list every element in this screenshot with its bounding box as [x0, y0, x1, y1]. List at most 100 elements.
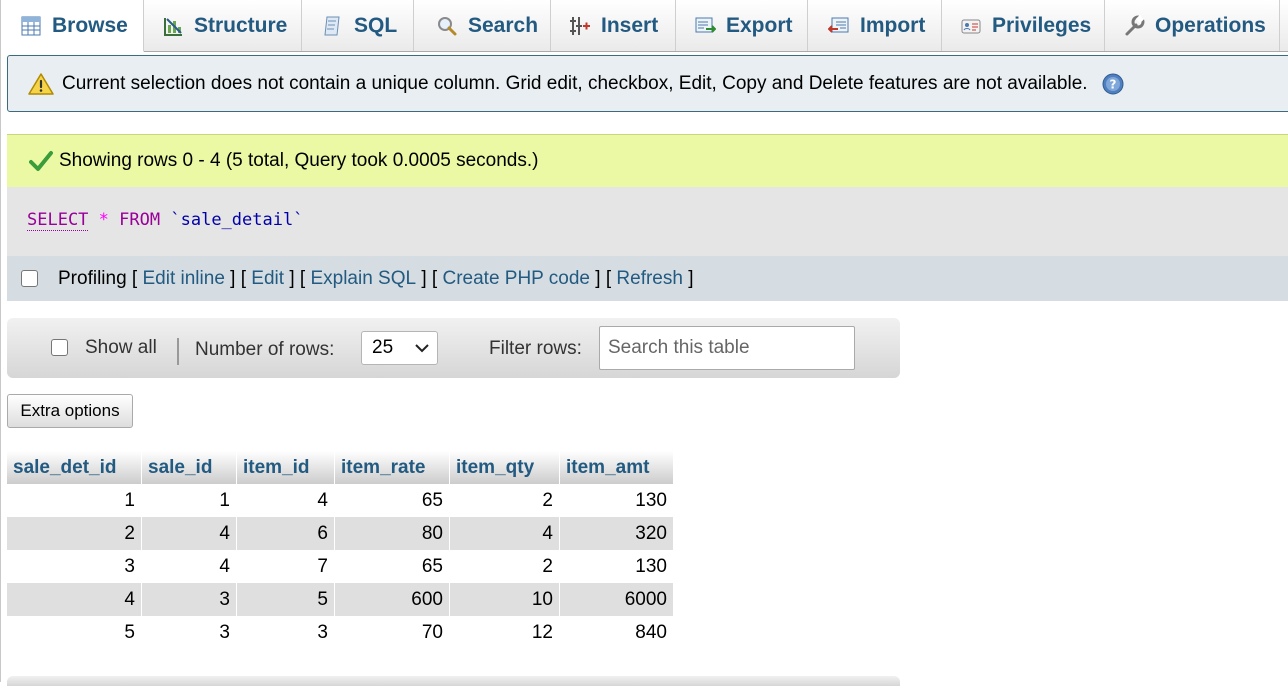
table-cell: 840	[559, 616, 674, 649]
tab-label: Export	[726, 13, 793, 37]
import-icon	[828, 17, 849, 33]
sql-options-bar: Profiling [ Edit inline ] [ Edit ] [ Exp…	[7, 256, 1288, 301]
number-of-rows-label: Number of rows:	[195, 339, 335, 360]
table-cell: 3	[236, 616, 335, 649]
tab-label: Operations	[1155, 13, 1266, 37]
table-cell: 4	[141, 517, 237, 550]
navigation-panel: Show all Number of rows: 25 Filter rows:…	[7, 318, 900, 378]
tab-label: Privileges	[992, 13, 1092, 37]
create-php-code-link[interactable]: Create PHP code	[442, 268, 590, 290]
tab-export[interactable]: Export	[676, 0, 808, 51]
chevron-down-icon	[415, 344, 429, 353]
edit-inline-link[interactable]: Edit inline	[143, 268, 225, 290]
table-cell: 65	[334, 484, 450, 517]
tab-label: Insert	[601, 13, 659, 37]
profiling-checkbox[interactable]	[21, 270, 38, 287]
sql-select-keyword[interactable]: SELECT	[27, 210, 89, 231]
table-row: 1 1 4 65 2 130	[7, 484, 674, 517]
table-row: 2 4 6 80 4 320	[7, 517, 674, 550]
tab-label: Browse	[52, 13, 128, 37]
explain-sql-link[interactable]: Explain SQL	[310, 268, 416, 290]
column-header[interactable]: sale_id	[141, 451, 237, 484]
tab-operations[interactable]: Operations	[1105, 0, 1280, 51]
table-cell: 130	[559, 550, 674, 583]
table-row: 3 4 7 65 2 130	[7, 550, 674, 583]
query-success-message: Showing rows 0 - 4 (5 total, Query took …	[7, 134, 1288, 187]
table-cell: 2	[449, 484, 560, 517]
search-placeholder: Search this table	[608, 337, 750, 358]
table-cell: 4	[7, 583, 142, 616]
column-header[interactable]: item_amt	[559, 451, 674, 484]
tab-search[interactable]: Search	[414, 0, 551, 51]
table-cell: 3	[141, 583, 237, 616]
search-table-input[interactable]: Search this table	[599, 326, 855, 370]
tab-insert[interactable]: Insert	[551, 0, 676, 51]
tab-bar: Browse Structure SQL Search Insert Expor…	[8, 0, 1288, 52]
table-cell: 6000	[559, 583, 674, 616]
sql-from-keyword: FROM	[119, 210, 161, 230]
privileges-icon	[961, 19, 981, 33]
unique-column-notice: Current selection does not contain a uni…	[7, 55, 1288, 112]
table-cell: 4	[449, 517, 560, 550]
column-header[interactable]: item_qty	[449, 451, 560, 484]
svg-text:?: ?	[1109, 77, 1116, 91]
column-header[interactable]: sale_det_id	[7, 451, 142, 484]
show-all-label: Show all	[85, 337, 157, 358]
table-cell: 4	[141, 550, 237, 583]
bottom-navigation-panel	[7, 676, 900, 686]
table-row: 4 3 5 600 10 6000	[7, 583, 674, 616]
filter-rows-label: Filter rows:	[489, 338, 582, 359]
table-cell: 12	[449, 616, 560, 649]
operations-icon	[1125, 14, 1145, 35]
browse-icon	[21, 16, 41, 35]
show-all-checkbox[interactable]	[51, 339, 68, 356]
extra-options-button[interactable]: Extra options	[7, 394, 133, 428]
insert-icon	[570, 16, 590, 35]
tab-label: Import	[860, 13, 926, 37]
table-header-row: sale_det_id sale_id item_id item_rate it…	[7, 451, 674, 484]
divider	[177, 338, 179, 365]
tab-sql[interactable]: SQL	[302, 0, 414, 51]
refresh-link[interactable]: Refresh	[616, 268, 683, 290]
help-icon[interactable]: ?	[1102, 73, 1124, 95]
results-table: sale_det_id sale_id item_id item_rate it…	[7, 451, 674, 649]
tab-privileges[interactable]: Privileges	[942, 0, 1105, 51]
notice-text: Current selection does not contain a uni…	[62, 72, 1088, 94]
table-cell: 4	[236, 484, 335, 517]
success-text: Showing rows 0 - 4 (5 total, Query took …	[59, 150, 539, 171]
table-cell: 80	[334, 517, 450, 550]
tab-browse[interactable]: Browse	[8, 0, 144, 52]
tab-label: Structure	[194, 13, 288, 37]
table-cell: 1	[141, 484, 237, 517]
table-cell: 2	[449, 550, 560, 583]
table-cell: 65	[334, 550, 450, 583]
table-cell: 3	[7, 550, 142, 583]
tab-import[interactable]: Import	[808, 0, 942, 51]
column-header[interactable]: item_rate	[334, 451, 450, 484]
table-row: 5 3 3 70 12 840	[7, 616, 674, 649]
table-cell: 70	[334, 616, 450, 649]
structure-icon	[164, 17, 182, 36]
edit-link[interactable]: Edit	[251, 268, 284, 290]
column-header[interactable]: item_id	[236, 451, 335, 484]
search-icon	[438, 16, 457, 35]
tab-label: SQL	[354, 13, 398, 37]
tab-structure[interactable]: Structure	[144, 0, 302, 51]
number-of-rows-select[interactable]: 25	[361, 331, 438, 365]
sql-query-box: SELECT * FROM `sale_detail`	[7, 187, 1288, 256]
sql-table-name: `sale_detail`	[170, 210, 304, 230]
table-cell: 130	[559, 484, 674, 517]
tab-label: Search	[468, 13, 539, 37]
table-cell: 5	[236, 583, 335, 616]
table-cell: 10	[449, 583, 560, 616]
export-icon	[695, 17, 716, 33]
table-cell: 7	[236, 550, 335, 583]
table-cell: 2	[7, 517, 142, 550]
table-cell: 5	[7, 616, 142, 649]
warning-icon	[28, 72, 54, 95]
sql-icon	[324, 16, 340, 35]
profiling-label: Profiling	[58, 267, 127, 289]
number-of-rows-value: 25	[372, 337, 394, 358]
left-border	[0, 0, 1, 682]
checkmark-icon	[29, 151, 53, 171]
